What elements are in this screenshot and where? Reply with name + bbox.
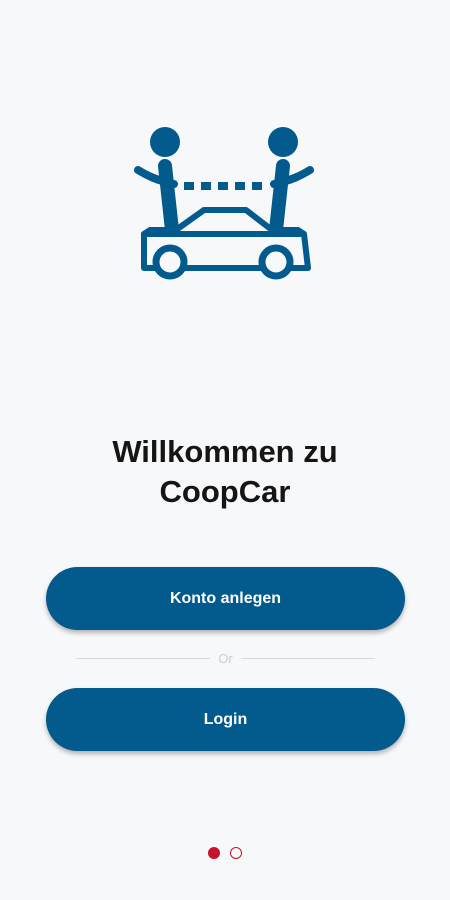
page-indicator: [0, 847, 450, 859]
welcome-title: Willkommen zu CoopCar: [0, 432, 450, 512]
page-dot-2[interactable]: [230, 847, 242, 859]
coopcar-logo-icon: [134, 127, 314, 280]
divider-or-text: Or: [218, 650, 233, 666]
welcome-title-line1: Willkommen zu: [112, 434, 338, 469]
divider-line-left: [76, 657, 211, 659]
login-button[interactable]: Login: [46, 688, 405, 751]
page-dot-1[interactable]: [208, 847, 220, 859]
divider-line-right: [240, 657, 376, 659]
create-account-button[interactable]: Konto anlegen: [46, 567, 405, 630]
or-divider: Or: [76, 648, 376, 668]
welcome-title-line2: CoopCar: [159, 474, 291, 509]
create-account-label: Konto anlegen: [169, 589, 282, 607]
login-label: Login: [203, 710, 248, 728]
welcome-screen: Willkommen zu CoopCar Konto anlegen Or L…: [0, 0, 450, 900]
